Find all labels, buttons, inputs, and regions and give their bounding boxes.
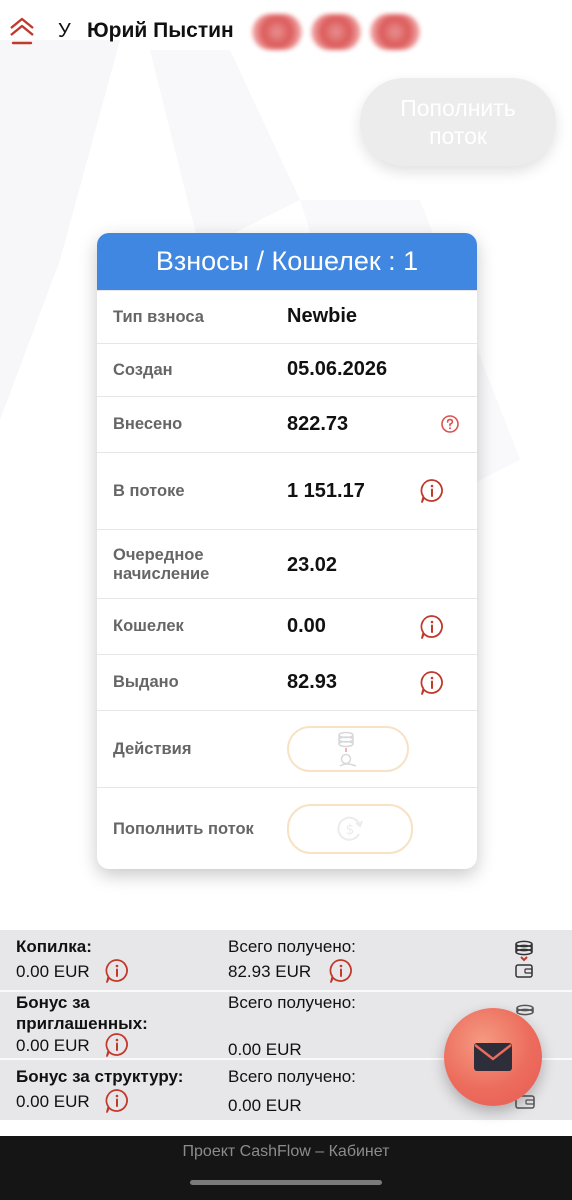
row-created: Создан 05.06.2026: [97, 343, 477, 396]
redacted-badge: [370, 14, 420, 50]
actions-button[interactable]: [287, 726, 409, 772]
invite-bonus-received-label: Всего получено:: [228, 993, 356, 1012]
money-refresh-icon: $: [337, 816, 363, 841]
piggy-received-label: Всего получено:: [228, 937, 356, 956]
row-deposited: Внесено 822.73: [97, 396, 477, 452]
row-label: В потоке: [113, 482, 185, 500]
footer-text: Проект CashFlow – Кабинет: [182, 1143, 390, 1160]
row-issued: Выдано 82.93: [97, 654, 477, 710]
user-name: Юрий Пыстин: [87, 19, 234, 42]
home-chevrons-icon[interactable]: [8, 16, 36, 46]
row-value: 1 151.17: [287, 480, 365, 502]
topup-flow-button[interactable]: Пополнить поток: [360, 78, 556, 166]
row-value: 05.06.2026: [287, 358, 388, 380]
info-bubble-icon[interactable]: [419, 478, 445, 509]
row-topup: Пополнить поток $: [97, 787, 477, 869]
row-label: Тип взноса: [113, 308, 204, 326]
info-bubble-icon[interactable]: [104, 958, 130, 989]
topup-stream-button[interactable]: $: [287, 804, 413, 854]
row-next-accrual: Очередное начисление 23.02: [97, 529, 477, 598]
piggy-label: Копилка:: [16, 937, 92, 956]
row-in-flow: В потоке 1 151.17: [97, 452, 477, 529]
row-value: 82.93: [287, 671, 338, 693]
row-label: Создан: [113, 361, 173, 379]
top-header: У Юрий Пыстин: [0, 0, 572, 64]
info-bubble-icon[interactable]: [419, 670, 445, 701]
redacted-badge: [252, 14, 302, 50]
row-contribution-type: Тип взноса Newbie: [97, 290, 477, 343]
info-bubble-icon[interactable]: [419, 614, 445, 645]
row-wallet: Кошелек 0.00: [97, 598, 477, 654]
invite-bonus-label: Бонус за приглашенных:: [16, 993, 148, 1033]
mail-icon: [474, 1043, 512, 1071]
svg-text:$: $: [346, 822, 355, 838]
question-circle-icon[interactable]: [440, 414, 460, 439]
footer-bar: Проект CashFlow – Кабинет: [0, 1136, 572, 1200]
stats-row-piggy: Копилка: 0.00 EUR Всего получено: 82.93 …: [0, 930, 572, 990]
structure-bonus-label: Бонус за структуру:: [16, 1067, 184, 1086]
row-label: Пополнить поток: [113, 820, 254, 838]
invite-bonus-value: 0.00 EUR: [16, 1036, 90, 1055]
row-value: 0.00: [287, 615, 326, 637]
row-label: Внесено: [113, 415, 183, 433]
row-label: Действия: [113, 740, 192, 758]
piggy-received-value: 82.93 EUR: [228, 962, 312, 981]
greeting-prefix: У: [58, 20, 71, 42]
row-label: Очередное начисление: [113, 546, 210, 583]
mail-fab-button[interactable]: [444, 1008, 542, 1106]
row-value: 23.02: [287, 554, 338, 576]
info-bubble-icon[interactable]: [104, 1088, 130, 1119]
structure-bonus-value: 0.00 EUR: [16, 1092, 90, 1111]
coins-hand-icon: [338, 731, 357, 767]
row-value: Newbie: [287, 305, 358, 327]
row-value: 822.73: [287, 413, 349, 435]
row-label: Кошелек: [113, 617, 184, 635]
structure-bonus-received-label: Всего получено:: [228, 1067, 356, 1086]
invite-bonus-received-value: 0.00 EUR: [228, 1040, 302, 1059]
coins-to-wallet-icon[interactable]: [512, 940, 536, 985]
info-bubble-icon[interactable]: [328, 958, 354, 989]
card-title: Взносы / Кошелек : 1: [97, 233, 477, 290]
structure-bonus-received-value: 0.00 EUR: [228, 1096, 302, 1115]
row-actions: Действия: [97, 710, 477, 787]
contributions-card: Взносы / Кошелек : 1 Тип взноса Newbie С…: [97, 233, 477, 869]
redacted-badge: [311, 14, 361, 50]
home-indicator[interactable]: [190, 1180, 382, 1185]
row-label: Выдано: [113, 673, 179, 691]
piggy-value: 0.00 EUR: [16, 962, 90, 981]
